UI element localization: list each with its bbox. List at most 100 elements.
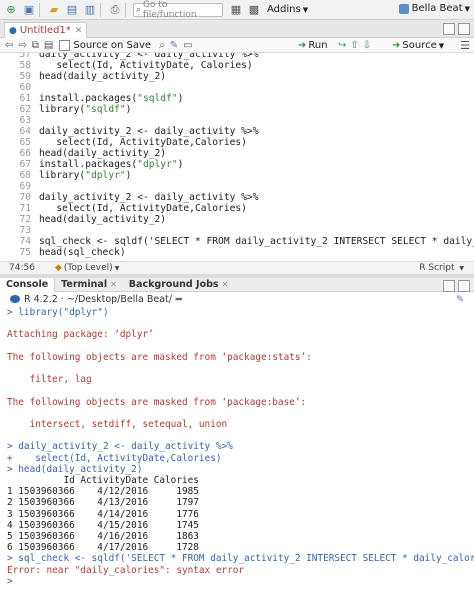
chevron-down-icon: ▼ (114, 264, 120, 272)
source-on-save-label: Source on Save (73, 39, 152, 51)
console-line: Id ActivityDate Calories (7, 475, 199, 486)
console-line: The following objects are masked from ‘p… (7, 351, 312, 363)
file-type-label: R Script (419, 263, 455, 273)
separator-dot: · (60, 293, 64, 305)
scope-selector[interactable]: ◆ (Top Level) ▼ (55, 263, 119, 273)
go-to-directory-icon[interactable]: ➦ (175, 294, 183, 305)
scope-label: (Top Level) (63, 263, 113, 273)
file-type-selector[interactable]: R Script ▼ (419, 263, 464, 273)
run-button[interactable]: ➜ Run (298, 38, 328, 53)
chevron-down-icon: ▼ (459, 265, 464, 272)
goto-placeholder: Go to file/function (143, 0, 197, 20)
console-line: > daily_activity_2 <- daily_activity %>% (7, 441, 233, 453)
chevron-down-icon: ▼ (302, 5, 309, 14)
tab-console[interactable]: Console (0, 277, 56, 292)
tab-untitled1[interactable]: ● Untitled1* ✕ (4, 22, 88, 38)
editor-status-bar: 74:56 ◆ (Top Level) ▼ R Script ▼ (0, 261, 474, 274)
magic-wand-icon[interactable]: ✎ (170, 40, 178, 51)
maximize-pane-icon[interactable] (458, 23, 470, 35)
console-tab-bar: Console Terminal ✕ Background Jobs ✕ (0, 277, 474, 292)
print-icon[interactable]: ⎙ (108, 3, 122, 17)
source-button[interactable]: ➜ Source ▼ (392, 38, 444, 53)
tab-label: Background Jobs (128, 279, 219, 290)
tab-label: Terminal (61, 279, 108, 290)
minimize-pane-icon[interactable] (443, 280, 455, 292)
forward-arrow-icon[interactable]: ⇨ (18, 40, 26, 51)
console-line: > (7, 575, 13, 587)
run-arrow-icon: ➜ (298, 40, 307, 51)
arrow-down-icon[interactable]: ⇩ (363, 40, 371, 51)
save-all-icon[interactable]: ▥ (83, 3, 97, 17)
rerun-icon[interactable]: ↪ (338, 40, 346, 51)
console-line: The following objects are masked from ‘p… (7, 396, 307, 408)
console-line: intersect, setdiff, setequal, union (7, 419, 228, 430)
back-arrow-icon[interactable]: ⇦ (5, 40, 13, 51)
console-line: > library("dplyr") (7, 307, 109, 318)
project-label: Bella Beat (411, 3, 463, 14)
save-icon[interactable]: ▤ (65, 3, 79, 17)
rerun-controls: ↪ ⇧ ⇩ (338, 38, 371, 53)
console-line: 2 1503960366 4/13/2016 1797 (7, 497, 199, 509)
r-file-icon: ● (9, 25, 17, 36)
addins-menu[interactable]: Addins ▼ (267, 4, 308, 15)
code-tools-icon[interactable]: ▦ (229, 3, 243, 17)
scope-icon: ◆ (54, 263, 62, 273)
editor-toolbar: ⇦ ⇨ ⧉ ▤ Source on Save ⌕ ✎ ▭ ➜ Run ↪ ⇧ ⇩… (0, 38, 474, 53)
search-icon[interactable]: ⌕ (159, 40, 165, 51)
tab-title: Untitled1* (19, 25, 71, 36)
console-header: R 4.2.2 · ~/Desktop/Bella Beat/ ➦ ✎ (0, 292, 474, 306)
close-icon[interactable]: ✕ (222, 280, 229, 289)
close-icon[interactable]: ✕ (110, 280, 117, 289)
maximize-pane-icon[interactable] (458, 280, 470, 292)
console-line: Attaching package: ‘dplyr’ (7, 329, 154, 341)
new-file-icon[interactable]: ⊕ (4, 3, 18, 17)
pane-window-controls (443, 23, 470, 35)
source-arrow-icon: ➜ (392, 40, 401, 51)
tab-background-jobs[interactable]: Background Jobs ✕ (123, 278, 234, 292)
arrow-up-icon[interactable]: ⇧ (350, 40, 358, 51)
notebook-icon[interactable]: ▭ (183, 40, 192, 51)
code-editor[interactable]: 57 daily_activity_2 <- daily_activity %>%… (0, 53, 474, 261)
console-window-controls (443, 280, 470, 292)
console-line: Error: near "daily_calories": syntax err… (7, 564, 245, 576)
cursor-position: 74:56 (9, 263, 35, 273)
addins-label: Addins (267, 4, 301, 15)
console-line: 1 1503960366 4/12/2016 1985 (7, 486, 199, 498)
console-line: 4 1503960366 4/15/2016 1745 (7, 519, 199, 531)
search-icon: ⌕ (136, 4, 142, 15)
console-line: 3 1503960366 4/14/2016 1776 (7, 508, 199, 520)
project-menu[interactable]: Bella Beat ▼ (398, 3, 470, 14)
project-icon (398, 3, 409, 14)
code-line[interactable]: 75 head(sql_check) (0, 247, 474, 259)
save-icon[interactable]: ▤ (44, 40, 53, 51)
console-line: 5 1503960366 4/16/2016 1863 (7, 531, 199, 542)
tab-label: Console (6, 279, 49, 290)
console-line: > head(daily_activity_2) (7, 463, 143, 475)
chevron-down-icon: ▼ (464, 4, 470, 13)
close-icon[interactable]: ✕ (75, 26, 83, 36)
console-line: 6 1503960366 4/17/2016 1728 (7, 542, 199, 554)
open-project-icon[interactable]: ▣ (22, 3, 36, 17)
main-toolbar: ⊕ ▣ ▰ ▤ ▥ ⎙ ⌕ Go to file/function ▦ ▩ Ad… (0, 0, 474, 20)
code-text: head(sql_check) (39, 247, 126, 258)
toolbar-divider (39, 2, 40, 17)
clear-console-icon[interactable]: ✎ (456, 294, 464, 305)
pane-layout-icon[interactable]: ▩ (247, 3, 261, 17)
goto-file-input[interactable]: ⌕ Go to file/function (133, 0, 223, 20)
toolbar-divider (100, 2, 101, 17)
outline-menu-icon[interactable]: ☰ (460, 39, 470, 52)
tab-terminal[interactable]: Terminal ✕ (55, 278, 123, 292)
console-line: > sql_check <- sqldf('SELECT * FROM dail… (7, 553, 474, 565)
console-output[interactable]: > library("dplyr") Attaching package: ‘dp… (0, 306, 474, 598)
show-in-window-icon[interactable]: ⧉ (32, 40, 39, 51)
run-label: Run (308, 40, 328, 51)
console-line: + select(Id, ActivityDate,Calories) (7, 452, 222, 464)
open-file-icon[interactable]: ▰ (47, 3, 61, 17)
line-number: 75 (19, 247, 31, 258)
source-on-save-checkbox[interactable] (59, 39, 71, 51)
r-version: R 4.2.2 (24, 293, 58, 305)
minimize-pane-icon[interactable] (443, 23, 455, 35)
source-label: Source (402, 40, 437, 51)
chevron-down-icon: ▼ (438, 41, 445, 50)
working-directory: ~/Desktop/Bella Beat/ (66, 293, 172, 305)
